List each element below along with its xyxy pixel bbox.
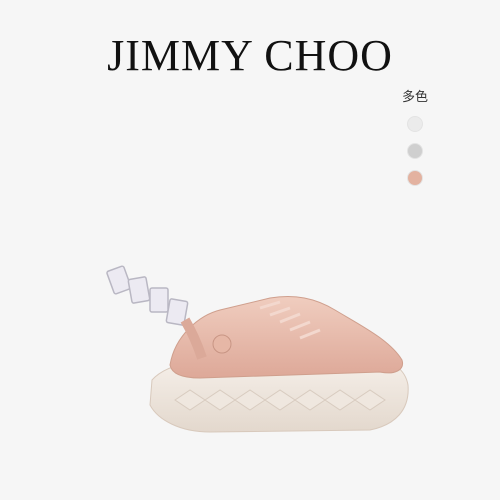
logo-patch xyxy=(212,334,232,354)
swatch-white[interactable] xyxy=(407,116,423,132)
swatch-blush[interactable] xyxy=(407,170,423,186)
product-canvas: JIMMY CHOO 多色 xyxy=(0,0,500,500)
swatch-silver[interactable] xyxy=(407,143,423,159)
brand-logo: JIMMY CHOO xyxy=(107,31,393,80)
color-options-label: 多色 xyxy=(402,90,429,105)
sneaker-product-image xyxy=(106,265,409,433)
